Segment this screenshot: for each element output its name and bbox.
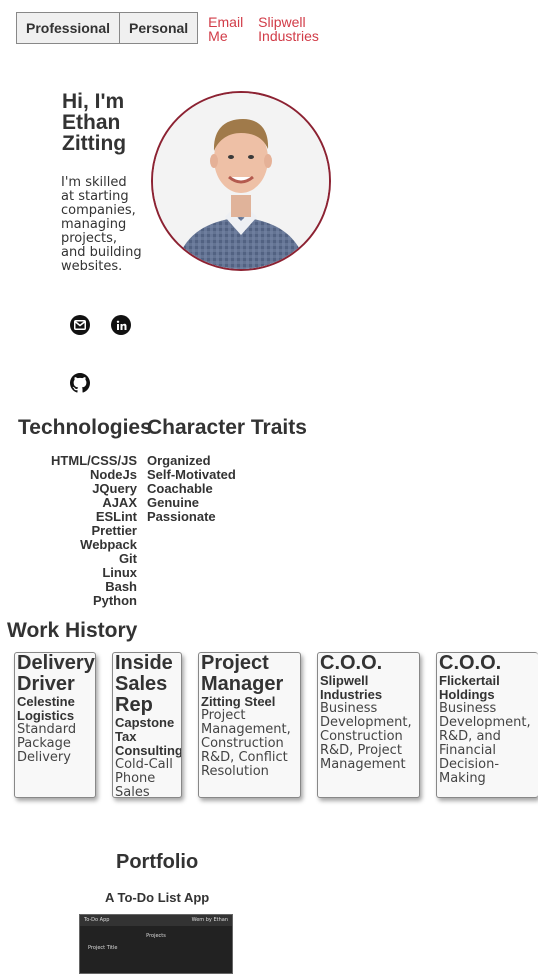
job-card: Delivery Driver Celestine Logistics Stan… xyxy=(14,652,96,798)
personal-button[interactable]: Personal xyxy=(119,13,198,43)
mode-toggle: Professional Personal xyxy=(16,12,199,44)
list-item: Prettier xyxy=(91,523,137,538)
list-item: HTML/CSS/JS xyxy=(51,453,137,468)
job-card: Project Manager Zitting Steel Project Ma… xyxy=(198,652,301,798)
screenshot-byline: Wem by Ethan xyxy=(191,917,228,923)
professional-button[interactable]: Professional xyxy=(17,13,120,43)
list-item: Python xyxy=(92,593,137,608)
list-item: Coachable xyxy=(147,481,213,496)
list-item: Linux xyxy=(102,565,137,580)
email-me-link[interactable]: Email Me xyxy=(208,15,244,43)
job-description: Cold-Call Phone Sales xyxy=(115,757,173,798)
job-role: Inside Sales Rep xyxy=(115,652,173,716)
job-card: C.O.O. Flickertail Holdings Business Dev… xyxy=(436,652,538,798)
list-item: Genuine xyxy=(147,495,200,510)
job-company: Flickertail Holdings xyxy=(439,673,500,702)
list-item: Self-Motivated xyxy=(147,467,236,482)
list-item: ESLint xyxy=(95,509,137,524)
github-icon[interactable] xyxy=(70,373,90,393)
linkedin-icon[interactable] xyxy=(111,315,131,335)
screenshot-row: Project Title xyxy=(88,945,118,951)
top-nav: Professional Personal Email Me Slipwell … xyxy=(16,12,328,44)
list-item: Bash xyxy=(105,579,137,594)
list-item: Webpack xyxy=(80,537,137,552)
job-description: Standard Package Delivery xyxy=(17,722,77,765)
job-role: Project Manager xyxy=(201,652,284,695)
list-item: NodeJs xyxy=(90,467,137,482)
list-item: Organized xyxy=(147,453,211,468)
screenshot-header: To-Do App Wem by Ethan xyxy=(80,915,232,926)
job-role: C.O.O. xyxy=(320,652,383,674)
technologies-list: HTML/CSS/JS NodeJs JQuery AJAX ESLint Pr… xyxy=(18,454,137,608)
job-company: Zitting Steel xyxy=(201,694,276,709)
job-description: Business Development, R&D, and Financial… xyxy=(439,701,531,786)
job-role: Delivery Driver xyxy=(17,652,95,695)
mail-icon[interactable] xyxy=(70,315,90,335)
screenshot-heading: Projects xyxy=(146,933,166,939)
work-history-title: Work History xyxy=(7,619,138,642)
traits-list: Organized Self-Motivated Coachable Genui… xyxy=(147,454,267,524)
slipwell-industries-link[interactable]: Slipwell Industries xyxy=(258,15,328,43)
character-traits-title: Character Traits xyxy=(147,416,307,439)
job-description: Project Management, Construction R&D, Co… xyxy=(201,708,291,779)
screenshot-app-name: To-Do App xyxy=(84,917,110,923)
list-item: JQuery xyxy=(92,481,137,496)
profile-photo xyxy=(151,91,331,271)
technologies-title: Technologies xyxy=(18,416,152,439)
project-title: A To-Do List App xyxy=(105,890,210,905)
hero-title: Hi, I'm Ethan Zitting xyxy=(62,90,127,155)
hero-description: I'm skilled at starting companies, manag… xyxy=(61,175,142,274)
job-card: C.O.O. Slipwell Industries Business Deve… xyxy=(317,652,420,798)
job-card: Inside Sales Rep Capstone Tax Consulting… xyxy=(112,652,182,798)
job-role: C.O.O. xyxy=(439,652,502,674)
project-screenshot[interactable]: To-Do App Wem by Ethan Projects Project … xyxy=(79,914,233,974)
list-item: AJAX xyxy=(102,495,137,510)
job-company: Capstone Tax Consulting xyxy=(115,715,182,758)
job-company: Slipwell Industries xyxy=(320,673,383,702)
list-item: Git xyxy=(118,551,137,566)
portfolio-title: Portfolio xyxy=(116,851,199,873)
list-item: Passionate xyxy=(147,509,216,524)
job-description: Business Development, Construction R&D, … xyxy=(320,701,412,772)
job-company: Celestine Logistics xyxy=(17,694,75,723)
